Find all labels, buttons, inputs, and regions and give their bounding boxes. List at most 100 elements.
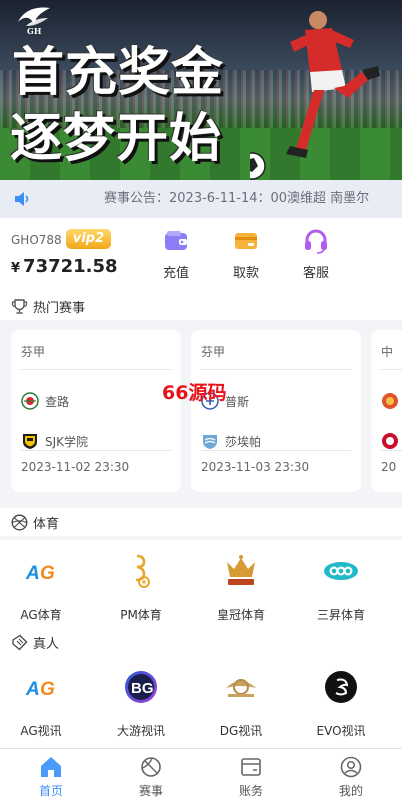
vip-badge: vip2 (66, 229, 111, 249)
live-item-evo[interactable]: EVO视讯 (291, 656, 391, 748)
live-item-label: EVO视讯 (316, 724, 366, 738)
league-name: 芬甲 (21, 345, 46, 359)
team-crest-icon (382, 433, 398, 449)
match-datetime: 2023-11-02 23:30 (21, 460, 130, 474)
withdraw-label: 取款 (232, 266, 259, 281)
sports-header: 体育 (0, 508, 402, 536)
divider (21, 369, 171, 370)
divider (381, 369, 402, 370)
sansheng-logo-icon (324, 562, 358, 580)
nav-matches[interactable]: 赛事 (101, 755, 201, 799)
svg-text:A: A (25, 679, 40, 700)
customer-service-button[interactable]: 客服 (291, 228, 341, 281)
svg-text:G: G (40, 679, 55, 700)
divider (381, 450, 402, 451)
dg-logo-icon (226, 679, 256, 697)
live-item-bg[interactable]: BG 大游视讯 (91, 656, 191, 748)
currency-symbol: ¥ (11, 261, 21, 276)
live-item-ag[interactable]: A G AG视讯 (0, 656, 91, 748)
svg-text:A: A (25, 563, 40, 584)
crown-logo-icon (227, 555, 255, 585)
trophy-icon (11, 299, 28, 314)
sports-item-sansheng[interactable]: 三昇体育 (291, 540, 391, 632)
team-crest-icon (382, 393, 398, 409)
bg-logo-icon: BG (125, 671, 157, 703)
nav-billing-label: 账务 (238, 784, 263, 798)
customer-service-label: 客服 (302, 266, 329, 281)
ticket-icon (12, 634, 28, 651)
match-card[interactable]: 中 20 (371, 330, 402, 492)
sports-item-label: 三昇体育 (316, 608, 365, 622)
away-team: 莎埃帕 (201, 432, 261, 450)
team-crest-icon (203, 435, 217, 449)
ag-logo-icon: A G (25, 679, 55, 700)
nav-home[interactable]: 首页 (1, 755, 101, 799)
sports-item-label: PM体育 (120, 608, 162, 622)
live-header: 真人 (0, 628, 402, 656)
account-name: GHO788 (11, 233, 62, 247)
match-datetime: 20 (381, 460, 397, 474)
home-icon (41, 757, 61, 777)
deposit-label: 充值 (162, 266, 189, 281)
ball-icon (141, 757, 161, 777)
home-team: 查路 (21, 392, 69, 410)
live-title: 真人 (33, 637, 60, 652)
promo-banner[interactable]: GH 首充奖金 逐梦开始 (0, 0, 402, 180)
live-item-label: DG视讯 (219, 724, 263, 738)
divider (201, 450, 351, 451)
announcement-bar[interactable]: 赛事公告：2023-6-11-14：00澳维超 南墨尔 (0, 180, 402, 218)
announcement-text: 赛事公告：2023-6-11-14：00澳维超 南墨尔 (104, 191, 370, 206)
sports-grid: A G AG体育 PM体育 皇冠体育 三昇体育 (0, 540, 402, 632)
match-card[interactable]: 芬甲 查路 SJK学院 2023-11-02 23:30 (11, 330, 181, 492)
ag-logo-icon: A G (25, 560, 57, 584)
sports-title: 体育 (33, 517, 60, 532)
match-datetime: 2023-11-03 23:30 (201, 460, 310, 474)
away-team: SJK学院 (21, 432, 88, 450)
sports-item-pm[interactable]: PM体育 (91, 540, 191, 632)
football-player-image (250, 11, 380, 180)
team-crest-icon (23, 434, 37, 449)
svg-text:BG: BG (131, 680, 154, 697)
away-team-name: SJK学院 (45, 434, 89, 449)
balance: ¥73721.58 (11, 256, 118, 277)
home-team-name: 查路 (45, 394, 70, 409)
nav-profile[interactable]: 我的 (301, 755, 401, 799)
match-card[interactable]: 芬甲 普斯 莎埃帕 2023-11-03 23:30 (191, 330, 361, 492)
sports-item-label: AG体育 (20, 608, 62, 622)
nav-matches-label: 赛事 (138, 784, 163, 798)
banner-title-line2: 逐梦开始 (10, 109, 223, 169)
live-grid: A G AG视讯 BG 大游视讯 DG视讯 EVO视讯 (0, 656, 402, 748)
hot-matches-header: 热门赛事 (0, 292, 402, 320)
sports-item-ag[interactable]: A G AG体育 (0, 540, 91, 632)
away-team (381, 432, 402, 450)
basketball-icon (11, 514, 28, 531)
wallet-panel: GHO788 vip2 ¥73721.58 充值 取款 客服 (0, 218, 402, 292)
deposit-button[interactable]: 充值 (151, 228, 201, 281)
match-carousel[interactable]: 芬甲 查路 SJK学院 2023-11-02 23:30 芬甲 普斯 莎埃帕 2… (0, 320, 402, 500)
bottom-navigation: 首页 赛事 账务 我的 (0, 748, 402, 801)
live-item-label: AG视讯 (20, 724, 62, 738)
billing-icon (241, 758, 261, 776)
evo-logo-icon (325, 671, 357, 703)
wallet-icon (165, 231, 187, 250)
sports-item-label: 皇冠体育 (216, 608, 265, 622)
withdraw-button[interactable]: 取款 (221, 228, 271, 281)
live-item-label: 大游视讯 (116, 724, 165, 738)
away-team-name: 莎埃帕 (225, 434, 262, 449)
watermark-text: 66源码 (162, 382, 227, 404)
headset-icon (305, 229, 327, 254)
user-icon (340, 756, 362, 778)
banner-title-line1: 首充奖金 (12, 43, 225, 103)
nav-billing[interactable]: 账务 (201, 755, 301, 799)
speaker-icon (15, 192, 29, 206)
app-page: GH 首充奖金 逐梦开始 赛事公告：2023-6-11-14：00澳维超 南墨尔… (0, 0, 402, 801)
nav-home-label: 首页 (38, 784, 63, 798)
sports-item-crown[interactable]: 皇冠体育 (191, 540, 291, 632)
pm-logo-icon (135, 554, 150, 588)
hot-matches-title: 热门赛事 (33, 301, 86, 316)
league-name: 中 (381, 345, 394, 359)
home-team (381, 392, 402, 410)
live-item-dg[interactable]: DG视讯 (191, 656, 291, 748)
divider (201, 369, 351, 370)
nav-profile-label: 我的 (338, 784, 363, 798)
